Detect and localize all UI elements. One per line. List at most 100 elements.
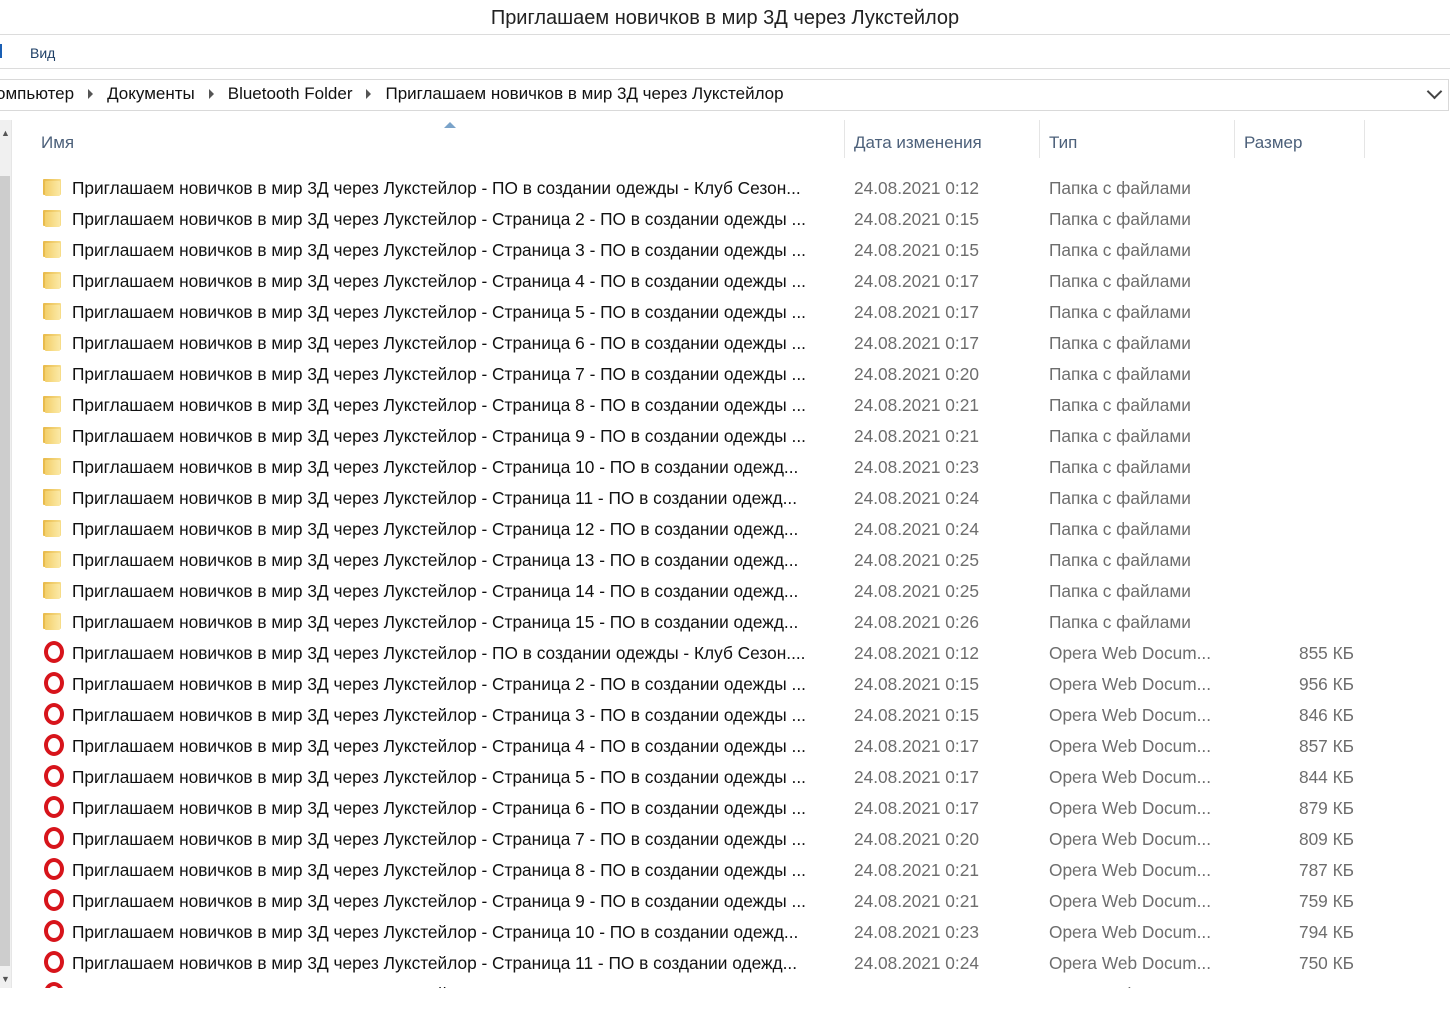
scroll-up-icon[interactable]: ▲ (1, 128, 10, 138)
file-name: Приглашаем новичков в мир 3Д через Лукст… (72, 488, 798, 508)
file-row[interactable]: Приглашаем новичков в мир 3Д через Лукст… (12, 668, 1402, 699)
breadcrumb-computer[interactable]: омпьютер (0, 84, 74, 104)
file-row[interactable]: Приглашаем новичков в мир 3Д через Лукст… (12, 823, 1402, 854)
file-row[interactable]: Приглашаем новичков в мир 3Д через Лукст… (12, 637, 1402, 668)
chevron-right-icon[interactable] (88, 89, 94, 99)
opera-icon (44, 858, 64, 880)
scrollbar-thumb[interactable] (0, 176, 10, 966)
file-name: Приглашаем новичков в мир 3Д через Лукст… (72, 426, 806, 446)
file-row[interactable]: Приглашаем новичков в мир 3Д через Лукст… (12, 761, 1402, 792)
file-row[interactable]: Приглашаем новичков в мир 3Д через Лукст… (12, 327, 1402, 358)
file-row[interactable]: Приглашаем новичков в мир 3Д через Лукст… (12, 730, 1402, 761)
file-row[interactable]: Приглашаем новичков в мир 3Д через Лукст… (12, 296, 1402, 327)
file-row[interactable]: Приглашаем новичков в мир 3Д через Лукст… (12, 792, 1402, 823)
chevron-right-icon[interactable] (208, 89, 214, 99)
file-date: 24.08.2021 0:15 (854, 674, 979, 694)
sort-ascending-icon (444, 122, 456, 128)
file-row[interactable]: Приглашаем новичков в мир 3Д через Лукст… (12, 451, 1402, 482)
file-size: 750 КБ (1298, 953, 1354, 973)
file-row[interactable]: Приглашаем новичков в мир 3Д через Лукст… (12, 265, 1402, 296)
file-date: 24.08.2021 0:17 (854, 333, 979, 353)
file-type: Папка с файлами (1049, 519, 1191, 539)
window-title: Приглашаем новичков в мир 3Д через Лукст… (490, 7, 960, 29)
folder-icon (42, 579, 64, 601)
column-name[interactable]: Имя (41, 133, 74, 153)
scroll-down-icon[interactable]: ▼ (1, 974, 10, 984)
file-size: 879 КБ (1298, 798, 1354, 818)
file-size: 759 КБ (1298, 891, 1354, 911)
folder-icon (42, 455, 64, 477)
column-size[interactable]: Размер (1244, 133, 1302, 153)
folder-icon (42, 362, 64, 384)
folder-icon (42, 176, 64, 198)
column-type[interactable]: Тип (1049, 133, 1077, 153)
file-row[interactable]: Приглашаем новичков в мир 3Д через Лукст… (12, 389, 1402, 420)
folder-icon (42, 300, 64, 322)
file-row[interactable]: Приглашаем новичков в мир 3Д через Лукст… (12, 916, 1402, 947)
nav-pane-scrollbar[interactable]: ▲ ▼ (0, 120, 12, 988)
chevron-down-icon[interactable] (1426, 83, 1443, 100)
file-name: Приглашаем новичков в мир 3Д через Лукст… (72, 457, 799, 477)
file-date: 24.08.2021 0:21 (854, 395, 979, 415)
file-date: 24.08.2021 0:23 (854, 922, 979, 942)
opera-icon (44, 920, 64, 942)
file-type: Папка с файлами (1049, 271, 1191, 291)
folder-icon (42, 393, 64, 415)
file-type: Папка с файлами (1049, 209, 1191, 229)
file-row[interactable]: Приглашаем новичков в мир 3Д через Лукст… (12, 482, 1402, 513)
file-row[interactable]: Приглашаем новичков в мир 3Д через Лукст… (12, 513, 1402, 544)
file-date: 24.08.2021 0:25 (854, 550, 979, 570)
breadcrumb-current-folder[interactable]: Приглашаем новичков в мир 3Д через Лукст… (385, 84, 783, 104)
file-row[interactable]: Приглашаем новичков в мир 3Д через Лукст… (12, 358, 1402, 389)
menu-item-clipped[interactable] (0, 44, 2, 58)
file-name: Приглашаем новичков в мир 3Д через Лукст… (72, 674, 806, 694)
column-divider[interactable] (1039, 120, 1040, 158)
file-type: Opera Web Docum... (1049, 767, 1211, 787)
file-type: Папка с файлами (1049, 457, 1191, 477)
file-date: 24.08.2021 0:25 (854, 581, 979, 601)
file-name: Приглашаем новичков в мир 3Д через Лукст… (72, 302, 806, 322)
opera-icon (44, 641, 64, 663)
column-divider[interactable] (1234, 120, 1235, 158)
column-divider[interactable] (1364, 120, 1365, 158)
file-row[interactable]: Приглашаем новичков в мир 3Д через Лукст… (12, 420, 1402, 451)
file-row[interactable]: Приглашаем новичков в мир 3Д через Лукст… (12, 544, 1402, 575)
file-row[interactable]: Приглашаем новичков в мир 3Д через Лукст… (12, 885, 1402, 916)
file-name: Приглашаем новичков в мир 3Д через Лукст… (72, 519, 799, 539)
file-type: Opera Web Docum... (1049, 984, 1211, 988)
file-date: 24.08.2021 0:21 (854, 860, 979, 880)
folder-icon (42, 486, 64, 508)
folder-icon (42, 610, 64, 632)
file-size: 844 КБ (1298, 767, 1354, 787)
file-row[interactable]: Приглашаем новичков в мир 3Д через Лукст… (12, 947, 1402, 978)
opera-icon (44, 827, 64, 849)
file-row[interactable]: Приглашаем новичков в мир 3Д через Лукст… (12, 172, 1402, 203)
file-type: Opera Web Docum... (1049, 829, 1211, 849)
file-type: Папка с файлами (1049, 612, 1191, 632)
file-row[interactable]: Приглашаем новичков в мир 3Д через Лукст… (12, 699, 1402, 730)
file-type: Папка с файлами (1049, 333, 1191, 353)
file-name: Приглашаем новичков в мир 3Д через Лукст… (72, 736, 806, 756)
file-size: 787 КБ (1298, 860, 1354, 880)
menu-view[interactable]: Вид (30, 45, 55, 61)
breadcrumb-bluetooth-folder[interactable]: Bluetooth Folder (228, 84, 353, 104)
file-row[interactable]: Приглашаем новичков в мир 3Д через Лукст… (12, 234, 1402, 265)
breadcrumb-documents[interactable]: Документы (107, 84, 195, 104)
file-type: Opera Web Docum... (1049, 705, 1211, 725)
opera-icon (44, 982, 64, 988)
file-row[interactable]: Приглашаем новичков в мир 3Д через Лукст… (12, 203, 1402, 234)
chevron-right-icon[interactable] (366, 89, 372, 99)
file-date: 24.08.2021 0:20 (854, 829, 979, 849)
file-row[interactable]: Приглашаем новичков в мир 3Д через Лукст… (12, 854, 1402, 885)
column-date[interactable]: Дата изменения (854, 133, 982, 153)
file-size: 846 КБ (1298, 705, 1354, 725)
file-row[interactable]: Приглашаем новичков в мир 3Д через Лукст… (12, 606, 1402, 637)
ribbon-menu: Вид (0, 35, 1450, 69)
file-row[interactable]: Приглашаем новичков в мир 3Д через Лукст… (12, 575, 1402, 606)
file-date: 24.08.2021 0:20 (854, 364, 979, 384)
file-size: 956 КБ (1298, 674, 1354, 694)
file-row[interactable]: Приглашаем новичков в мир 3Д через Лукст… (12, 978, 1402, 988)
column-divider[interactable] (844, 120, 845, 158)
title-bar: Приглашаем новичков в мир 3Д через Лукст… (0, 0, 1450, 35)
address-bar[interactable]: омпьютер Документы Bluetooth Folder Приг… (0, 79, 1449, 111)
